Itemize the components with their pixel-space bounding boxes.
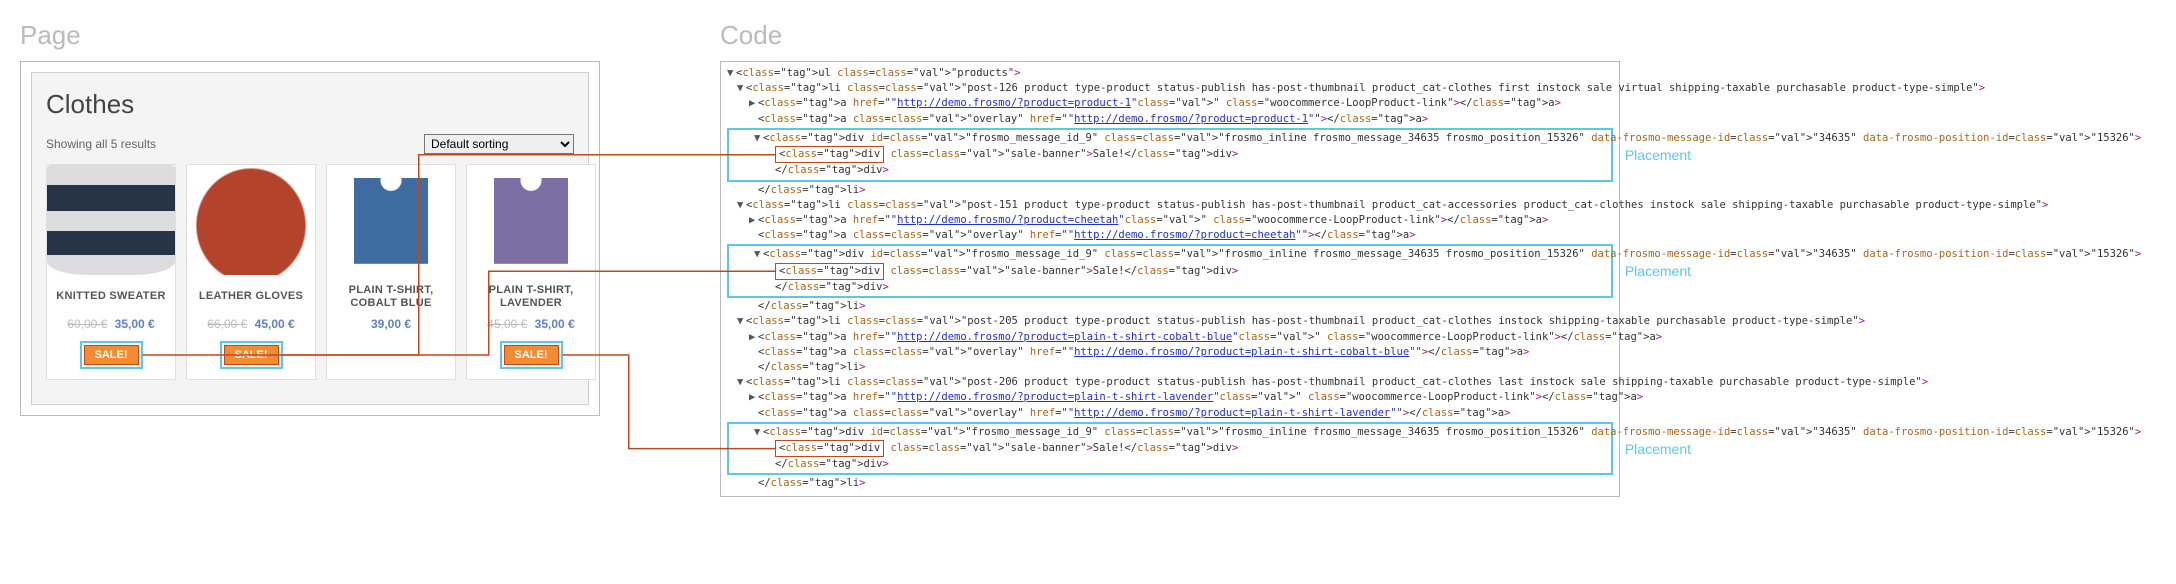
code-line: </class="tag">div>: [732, 457, 1608, 472]
code-line: <class="tag">div class=class="val">"sale…: [732, 440, 1608, 457]
code-line: </class="tag">li>: [727, 183, 1613, 198]
placement-label: Placement: [1625, 438, 1691, 458]
price-new: 45,00 €: [255, 317, 295, 331]
shop-title: Clothes: [46, 89, 574, 120]
sale-div-highlight: <class="tag">div: [775, 263, 884, 280]
code-line: <class="tag">a class=class="val">"overla…: [727, 345, 1613, 360]
sale-div-highlight: <class="tag">div: [775, 146, 884, 163]
placement-highlight: Placement▼<class="tag">div id=class="val…: [727, 244, 1613, 298]
product-title: KNITTED SWEATER: [50, 283, 171, 311]
price: 66,00 € 45,00 €: [207, 317, 294, 331]
product-grid: KNITTED SWEATER 60,00 € 35,00 € SALE! LE…: [46, 164, 574, 380]
price-old: 60,00 €: [67, 317, 107, 331]
product-image: [467, 165, 595, 275]
code-line: </class="tag">li>: [727, 360, 1613, 375]
page-header: Page: [20, 20, 600, 51]
code-line: <class="tag">a class=class="val">"overla…: [727, 112, 1613, 127]
code-line: ▼<class="tag">div id=class="val">"frosmo…: [732, 425, 1608, 440]
code-line: ▶<class="tag">a href=""http://demo.frosm…: [727, 213, 1613, 228]
price: 60,00 € 35,00 €: [67, 317, 154, 331]
price: 39,00 €: [371, 317, 411, 331]
product-card[interactable]: PLAIN T-SHIRT, COBALT BLUE 39,00 €: [326, 164, 456, 380]
code-line: ▼<class="tag">ul class=class="val">"prod…: [727, 66, 1613, 81]
page-panel: Clothes Showing all 5 results Default so…: [20, 61, 600, 416]
code-line: </class="tag">div>: [732, 163, 1608, 178]
product-card[interactable]: KNITTED SWEATER 60,00 € 35,00 € SALE!: [46, 164, 176, 380]
price-regular: 39,00 €: [371, 317, 411, 331]
placement-highlight: Placement▼<class="tag">div id=class="val…: [727, 128, 1613, 182]
placement-highlight: Placement▼<class="tag">div id=class="val…: [727, 422, 1613, 476]
price-new: 35,00 €: [535, 317, 575, 331]
sale-div-highlight: <class="tag">div: [775, 440, 884, 457]
product-card[interactable]: LEATHER GLOVES 66,00 € 45,00 € SALE!: [186, 164, 316, 380]
code-line: <class="tag">div class=class="val">"sale…: [732, 263, 1608, 280]
sale-placement: SALE!: [80, 341, 143, 369]
code-line: </class="tag">li>: [727, 299, 1613, 314]
product-title: LEATHER GLOVES: [193, 283, 309, 311]
code-line: ▼<class="tag">div id=class="val">"frosmo…: [732, 247, 1608, 262]
code-line: </class="tag">div>: [732, 280, 1608, 295]
code-line: <class="tag">a class=class="val">"overla…: [727, 406, 1613, 421]
code-line: ▶<class="tag">a href=""http://demo.frosm…: [727, 96, 1613, 111]
code-line: ▶<class="tag">a href=""http://demo.frosm…: [727, 330, 1613, 345]
sale-banner: SALE!: [504, 345, 559, 365]
placement-label: Placement: [1625, 261, 1691, 281]
product-card[interactable]: PLAIN T-SHIRT, LAVENDER 45,00 € 35,00 € …: [466, 164, 596, 380]
product-image: [47, 165, 175, 275]
code-line: <class="tag">div class=class="val">"sale…: [732, 146, 1608, 163]
code-line: ▼<class="tag">li class=class="val">"post…: [727, 198, 1613, 213]
product-image: [327, 165, 455, 275]
code-panel: ▼<class="tag">ul class=class="val">"prod…: [720, 61, 1620, 497]
product-title: PLAIN T-SHIRT, LAVENDER: [467, 283, 595, 311]
sale-placement: SALE!: [500, 341, 563, 369]
price: 45,00 € 35,00 €: [487, 317, 574, 331]
price-old: 66,00 €: [207, 317, 247, 331]
code-line: <class="tag">a class=class="val">"overla…: [727, 228, 1613, 243]
sale-banner: SALE!: [84, 345, 139, 365]
code-line: ▶<class="tag">a href=""http://demo.frosm…: [727, 390, 1613, 405]
sale-placement: SALE!: [220, 341, 283, 369]
shop-area: Clothes Showing all 5 results Default so…: [31, 72, 589, 405]
shop-toolbar: Showing all 5 results Default sorting: [46, 134, 574, 154]
product-title: PLAIN T-SHIRT, COBALT BLUE: [327, 283, 455, 311]
code-line: ▼<class="tag">div id=class="val">"frosmo…: [732, 131, 1608, 146]
placement-label: Placement: [1625, 145, 1691, 165]
code-line: ▼<class="tag">li class=class="val">"post…: [727, 81, 1613, 96]
sort-select[interactable]: Default sorting: [424, 134, 574, 154]
product-image: [187, 165, 315, 275]
code-line: ▼<class="tag">li class=class="val">"post…: [727, 375, 1613, 390]
code-line: ▼<class="tag">li class=class="val">"post…: [727, 314, 1613, 329]
code-header: Code: [720, 20, 1620, 51]
price-new: 35,00 €: [115, 317, 155, 331]
sale-banner: SALE!: [224, 345, 279, 365]
code-line: </class="tag">li>: [727, 476, 1613, 491]
price-old: 45,00 €: [487, 317, 527, 331]
results-text: Showing all 5 results: [46, 137, 156, 151]
